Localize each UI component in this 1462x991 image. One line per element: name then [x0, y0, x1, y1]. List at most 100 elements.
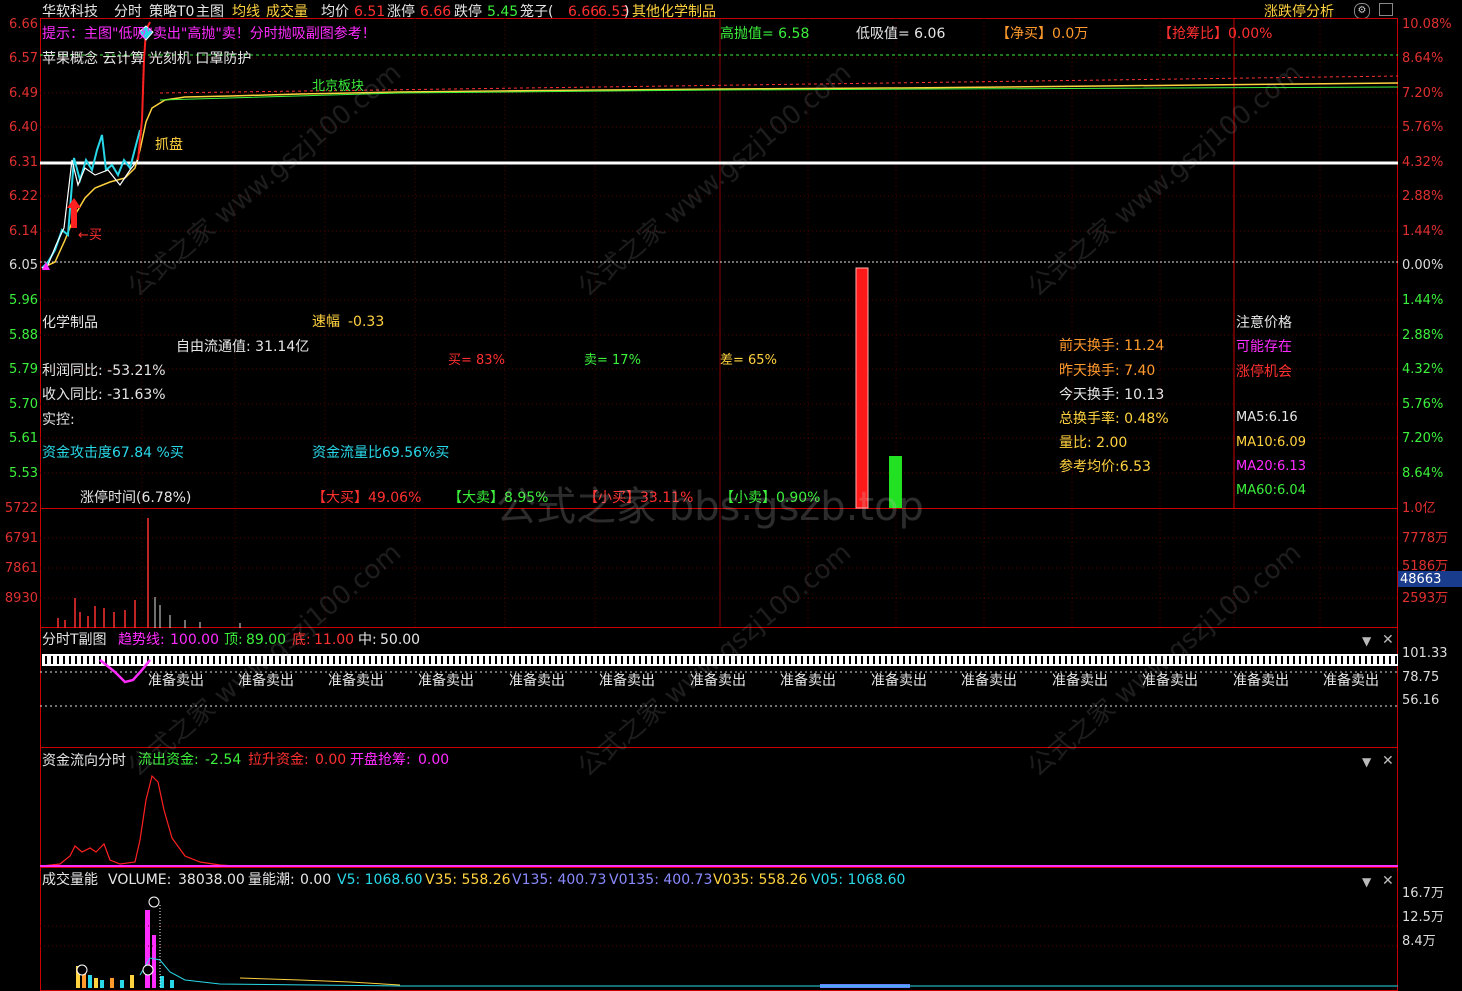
volume-left-label: 8930 [4, 591, 38, 606]
pct-label: 2.88% [1402, 189, 1444, 204]
pct-label: 8.64% [1402, 51, 1444, 66]
revenue-yoy: 收入同比: -31.63% [42, 387, 166, 403]
float-cap: 自由流通值: 31.14亿 [176, 339, 310, 355]
bottom-value: 11.00 [314, 632, 355, 648]
ma10-value: MA10:6.09 [1236, 435, 1306, 450]
pct-label: 4.32% [1402, 362, 1444, 377]
prev2-turnover: 前天换手: 11.24 [1059, 338, 1165, 354]
price-label: 6.57 [9, 51, 38, 66]
trend-value: 100.00 [170, 632, 219, 648]
watermark: 公式之家 bbs.gszb.top [496, 484, 924, 530]
pct-label: 5.76% [1402, 120, 1444, 135]
tide-value: 0.00 [300, 872, 332, 888]
volume-left-label: 5722 [4, 501, 38, 516]
energy-right-label: 12.5万 [1402, 910, 1444, 925]
energy-title[interactable]: 成交量能 [42, 873, 98, 887]
open-label: 开盘抢筹: [350, 752, 411, 768]
diff-pct: 差= 65% [720, 353, 777, 368]
profit-yoy: 利润同比: -53.21% [42, 363, 166, 379]
out-value: -2.54 [205, 752, 242, 768]
pct-label: 1.44% [1402, 224, 1444, 239]
maybe-label: 可能存在 [1236, 339, 1292, 355]
trend-label: 趋势线: [118, 632, 165, 648]
v135-value: V135: 400.73 [512, 872, 607, 888]
price-label: 5.61 [9, 431, 38, 446]
big-buy: 【大买】49.06% [312, 490, 422, 506]
limit-up-spike [137, 21, 151, 161]
price-label: 6.14 [9, 224, 38, 239]
chevron-down-icon[interactable]: ▼ [1362, 634, 1371, 648]
volume-left-label: 6791 [4, 531, 38, 546]
close-icon[interactable]: ✕ [1382, 753, 1394, 769]
limit-time-value: (6.78%) [136, 490, 192, 506]
sell-signal: 准备卖出 [871, 673, 927, 689]
ft-right-label: 101.33 [1402, 646, 1448, 661]
sell-signal: 准备卖出 [961, 673, 1017, 689]
price-line [41, 129, 141, 269]
pull-label: 拉升资金: [248, 752, 309, 768]
attack-degree: 资金攻击度67.84 %买 [42, 445, 184, 461]
flow-title[interactable]: 资金流向分时 [42, 754, 126, 768]
limit-time-label: 涨停时间 [80, 490, 136, 506]
sell-signal: 准备卖出 [1233, 673, 1289, 689]
pct-label: 5.76% [1402, 397, 1444, 412]
sell-signal: 准备卖出 [780, 673, 836, 689]
v035-value: V035: 558.26 [713, 872, 808, 888]
sell-signal: 准备卖出 [1323, 673, 1379, 689]
price-label: 6.66 [9, 17, 38, 32]
open-value: 0.00 [418, 752, 450, 768]
speed-label: 速幅 [312, 314, 340, 330]
volume-value: 38038.00 [178, 872, 245, 888]
pull-value: 0.00 [315, 752, 347, 768]
price-label: 6.49 [9, 86, 38, 101]
sell-signal: 准备卖出 [148, 673, 204, 689]
low-buy-value: 低吸值= 6.06 [856, 26, 946, 42]
net-buy-value: 【净买】0.0万 [996, 26, 1089, 42]
volume-bars [57, 518, 149, 628]
sell-signal: 准备卖出 [418, 673, 474, 689]
pct-label: 1.44% [1402, 293, 1444, 308]
ft-right-label: 78.75 [1402, 670, 1440, 685]
prev-turnover: 昨天换手: 7.40 [1059, 363, 1156, 379]
marker-4-left-icon [76, 964, 88, 976]
price-label: 5.53 [9, 466, 38, 481]
grab-ratio-value: 【抢筹比】0.00% [1158, 26, 1273, 42]
volume-right-label: 7778万 [1402, 531, 1449, 546]
energy-right-label: 16.7万 [1402, 886, 1444, 901]
price-label: 5.70 [9, 397, 38, 412]
price-label: 6.40 [9, 120, 38, 135]
today-turnover: 今天换手: 10.13 [1059, 387, 1165, 403]
industry-label: 化学制品 [42, 315, 98, 331]
volume-ratio: 量比: 2.00 [1059, 435, 1128, 451]
cursor-value: 48663 [1400, 572, 1442, 587]
buy-arrow-icon [67, 198, 81, 208]
buy-mark: ←买 [78, 228, 102, 243]
volume-right-label: 1.0亿 [1402, 501, 1436, 516]
ft-title[interactable]: 分时T副图 [42, 633, 107, 647]
ref-avg-price: 参考均价:6.53 [1059, 459, 1151, 475]
pct-label: 0.00% [1402, 258, 1444, 273]
pct-label: 4.32% [1402, 155, 1444, 170]
speed-value: -0.33 [348, 314, 385, 330]
price-label: 6.31 [9, 155, 38, 170]
concept-tags[interactable]: 苹果概念 云计算 光刻机 口罩防护 [42, 52, 251, 66]
buy-pct: 买= 83% [448, 353, 505, 368]
flow-ratio: 资金流量比69.56%买 [312, 445, 450, 461]
mid-label: 中: [358, 632, 377, 648]
chevron-down-icon[interactable]: ▼ [1362, 755, 1371, 769]
marker-4-top-icon [148, 896, 160, 908]
v5-value: V5: 1068.60 [337, 872, 423, 888]
pct-label: 10.08% [1402, 17, 1452, 32]
chevron-down-icon[interactable]: ▼ [1362, 875, 1371, 889]
close-icon[interactable]: ✕ [1382, 873, 1394, 889]
v0135-value: V0135: 400.73 [609, 872, 713, 888]
ft-right-label: 56.16 [1402, 693, 1440, 708]
zhuapan-label: 抓盘 [155, 137, 183, 153]
red-bar [855, 267, 869, 509]
pct-label: 2.88% [1402, 328, 1444, 343]
price-label: 6.05 [9, 258, 38, 273]
ma60-value: MA60:6.04 [1236, 483, 1306, 498]
attention-price: 注意价格 [1236, 315, 1292, 331]
flow-curve [41, 774, 236, 867]
close-icon[interactable]: ✕ [1382, 632, 1394, 648]
